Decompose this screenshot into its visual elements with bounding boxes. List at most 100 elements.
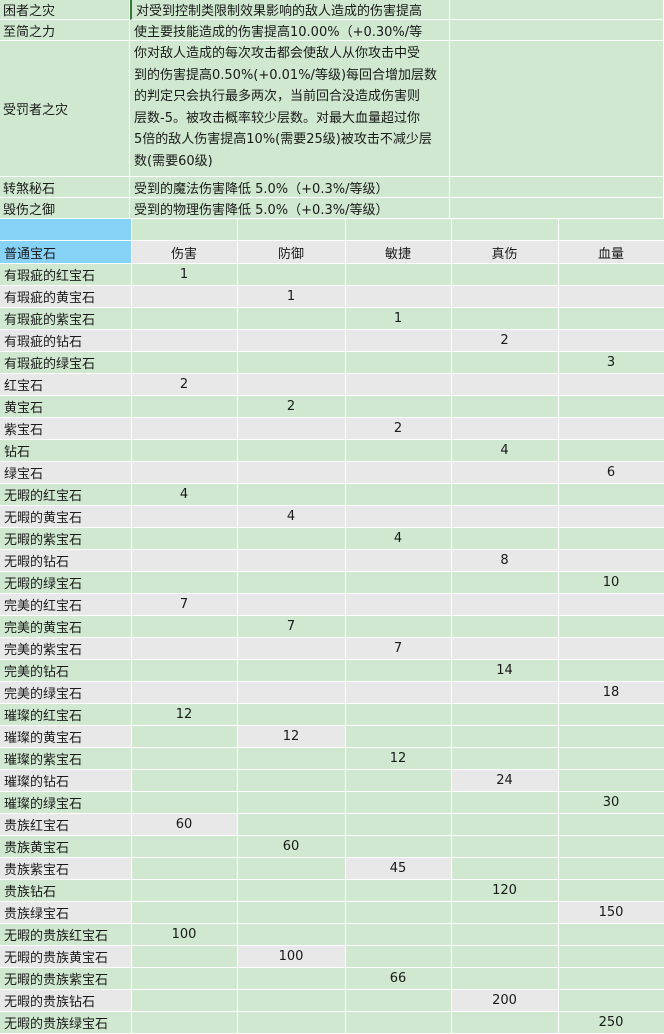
cell-true-damage[interactable] — [451, 1011, 559, 1034]
cell-true-damage[interactable] — [451, 263, 559, 286]
cell-true-damage[interactable] — [451, 835, 559, 858]
cell-empty[interactable] — [451, 219, 559, 241]
cell-defense[interactable]: 100 — [237, 945, 346, 968]
cell-agility[interactable] — [345, 945, 452, 968]
cell-gem-name[interactable]: 璀璨的钻石 — [0, 769, 132, 792]
cell-agility[interactable] — [345, 725, 452, 748]
cell-damage[interactable] — [131, 769, 238, 792]
cell-agility[interactable] — [345, 1011, 452, 1034]
cell-true-damage[interactable] — [451, 813, 559, 836]
cell-health[interactable] — [558, 659, 664, 682]
cell-damage[interactable] — [131, 395, 238, 418]
cell-true-damage[interactable] — [451, 483, 559, 506]
cell-defense[interactable] — [237, 373, 346, 396]
header-gem-type[interactable]: 普通宝石 — [0, 240, 132, 264]
cell-true-damage[interactable] — [451, 725, 559, 748]
cell-true-damage[interactable] — [451, 637, 559, 660]
cell-true-damage[interactable] — [451, 703, 559, 726]
cell-gem-name[interactable]: 贵族红宝石 — [0, 813, 132, 836]
cell-gem-name[interactable]: 无暇的贵族钻石 — [0, 989, 132, 1012]
cell-defense[interactable]: 60 — [237, 835, 346, 858]
cell-defense[interactable] — [237, 967, 346, 990]
cell-skill-name[interactable]: 至简之力 — [0, 20, 130, 41]
cell-health[interactable] — [558, 703, 664, 726]
cell-true-damage[interactable] — [451, 593, 559, 616]
cell-true-damage[interactable] — [451, 857, 559, 880]
cell-true-damage[interactable] — [451, 571, 559, 594]
cell-defense[interactable]: 2 — [237, 395, 346, 418]
cell-true-damage[interactable] — [451, 615, 559, 638]
cell-agility[interactable] — [345, 681, 452, 704]
cell-agility[interactable] — [345, 791, 452, 814]
cell-gem-name[interactable]: 无暇的绿宝石 — [0, 571, 132, 594]
cell-health[interactable] — [558, 747, 664, 770]
cell-gem-name[interactable]: 贵族紫宝石 — [0, 857, 132, 880]
cell-health[interactable] — [558, 263, 664, 286]
cell-skill-text[interactable]: 使主要技能造成的伤害提高10.00%（+0.30%/等 — [130, 20, 450, 41]
cell-agility[interactable] — [345, 285, 452, 308]
cell-health[interactable] — [558, 417, 664, 440]
cell-true-damage[interactable] — [451, 285, 559, 308]
cell-damage[interactable] — [131, 791, 238, 814]
cell-health[interactable]: 30 — [558, 791, 664, 814]
cell-damage[interactable] — [131, 725, 238, 748]
cell-health[interactable] — [558, 439, 664, 462]
cell-defense[interactable] — [237, 659, 346, 682]
cell-health[interactable] — [558, 923, 664, 946]
cell-agility[interactable] — [345, 615, 452, 638]
cell-damage[interactable]: 100 — [131, 923, 238, 946]
cell-agility[interactable] — [345, 901, 452, 924]
cell-gem-name[interactable]: 有瑕疵的紫宝石 — [0, 307, 132, 330]
cell-health[interactable] — [558, 967, 664, 990]
cell-skill-name[interactable]: 转煞秘石 — [0, 177, 130, 198]
cell-damage[interactable] — [131, 1011, 238, 1034]
cell-gem-name[interactable]: 无暇的红宝石 — [0, 483, 132, 506]
cell-health[interactable] — [558, 835, 664, 858]
cell-agility[interactable] — [345, 703, 452, 726]
cell-health[interactable] — [558, 857, 664, 880]
cell-agility[interactable] — [345, 571, 452, 594]
cell-true-damage[interactable]: 200 — [451, 989, 559, 1012]
cell-empty[interactable] — [131, 219, 238, 241]
cell-skill-name[interactable]: 困者之灾 — [0, 0, 130, 20]
cell-agility[interactable] — [345, 351, 452, 374]
cell-true-damage[interactable] — [451, 967, 559, 990]
cell-agility[interactable] — [345, 835, 452, 858]
cell-health[interactable] — [558, 945, 664, 968]
cell-agility[interactable] — [345, 263, 452, 286]
cell-empty[interactable] — [450, 0, 664, 20]
cell-empty[interactable] — [237, 219, 346, 241]
cell-agility[interactable]: 66 — [345, 967, 452, 990]
cell-agility[interactable] — [345, 395, 452, 418]
cell-damage[interactable]: 2 — [131, 373, 238, 396]
cell-gem-name[interactable]: 红宝石 — [0, 373, 132, 396]
cell-defense[interactable] — [237, 637, 346, 660]
cell-damage[interactable]: 60 — [131, 813, 238, 836]
cell-defense[interactable] — [237, 439, 346, 462]
cell-defense[interactable] — [237, 879, 346, 902]
cell-agility[interactable] — [345, 813, 452, 836]
cell-damage[interactable]: 1 — [131, 263, 238, 286]
cell-gem-name[interactable]: 完美的红宝石 — [0, 593, 132, 616]
cell-gem-name[interactable]: 无暇的贵族黄宝石 — [0, 945, 132, 968]
cell-agility[interactable] — [345, 439, 452, 462]
cell-gem-name[interactable]: 贵族绿宝石 — [0, 901, 132, 924]
cell-damage[interactable] — [131, 571, 238, 594]
cell-agility[interactable] — [345, 549, 452, 572]
cell-health[interactable] — [558, 879, 664, 902]
cell-skill-text[interactable]: 对受到控制类限制效果影响的敌人造成的伤害提高 — [130, 0, 450, 20]
cell-defense[interactable] — [237, 813, 346, 836]
cell-agility[interactable] — [345, 373, 452, 396]
cell-gem-name[interactable]: 无暇的贵族紫宝石 — [0, 967, 132, 990]
cell-health[interactable] — [558, 549, 664, 572]
cell-agility[interactable] — [345, 923, 452, 946]
cell-defense[interactable] — [237, 791, 346, 814]
cell-defense[interactable]: 4 — [237, 505, 346, 528]
cell-health[interactable] — [558, 307, 664, 330]
cell-skill-text[interactable]: 受到的魔法伤害降低 5.0%（+0.3%/等级） — [130, 177, 450, 198]
cell-damage[interactable] — [131, 549, 238, 572]
cell-gem-name[interactable]: 璀璨的紫宝石 — [0, 747, 132, 770]
cell-health[interactable]: 250 — [558, 1011, 664, 1034]
cell-gem-name[interactable]: 黄宝石 — [0, 395, 132, 418]
header-agility[interactable]: 敏捷 — [345, 240, 452, 264]
